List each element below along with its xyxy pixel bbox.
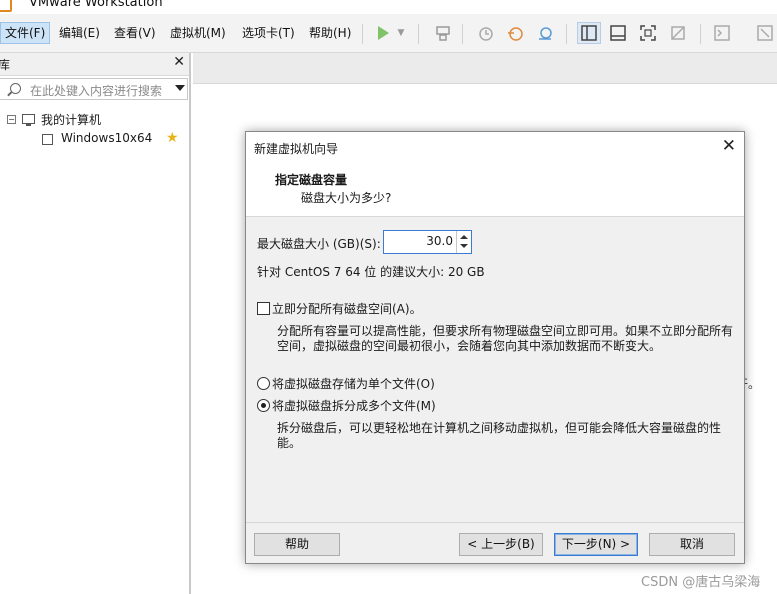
allocate-now-checkbox[interactable] [257,302,270,315]
vmware-logo-icon [0,0,12,12]
revert-snapshot-icon[interactable] [504,23,526,43]
app-title: VMware Workstation [29,0,163,10]
collapse-icon[interactable]: − [7,115,16,124]
library-search-input[interactable]: 在此处键入内容进行搜索 [0,78,188,100]
close-icon[interactable]: ✕ [173,54,185,70]
allocate-description: 空间，虚拟磁盘的空间最初很小，会随着您向其中添加数据而不断变大。 [277,339,662,353]
stepper-up-icon[interactable] [460,235,468,239]
allocate-now-label[interactable]: 立即分配所有磁盘空间(A)。 [272,300,422,317]
toolbar-separator [566,24,567,44]
disk-size-stepper[interactable]: 30.0 [383,230,472,254]
dialog-heading: 指定磁盘容量 [275,173,348,187]
single-file-radio[interactable] [257,377,270,390]
tree-item-vm[interactable]: Windows10x64 [61,131,152,145]
menu-vm[interactable]: 虚拟机(M) [166,23,230,43]
snapshot-icon[interactable] [474,23,496,43]
multi-file-description: 拆分磁盘后，可以更轻松地在计算机之间移动虚拟机，但可能会降低大容量磁盘的性 [277,421,722,435]
multi-file-label[interactable]: 将虚拟磁盘拆分成多个文件(M) [272,397,436,414]
dialog-titlebar: 新建虚拟机向导 ✕ [246,132,744,162]
menu-edit[interactable]: 编辑(E) [55,23,104,43]
tab-strip [193,53,777,84]
dialog-title: 新建虚拟机向导 [254,142,339,156]
dialog-subheading: 磁盘大小为多少? [301,191,392,205]
send-ctrl-alt-del-icon[interactable] [432,23,454,43]
watermark: CSDN @唐古乌梁海 [641,575,761,590]
cancel-button[interactable]: 取消 [649,533,735,556]
chevron-down-icon[interactable] [175,85,185,91]
dialog-divider [246,522,744,523]
back-button[interactable]: < 上一步(B) [459,533,543,556]
show-library-icon[interactable] [577,22,601,44]
dialog-header: 指定磁盘容量 磁盘大小为多少? [246,162,744,217]
console-icon[interactable] [711,23,733,43]
toolbar-separator [362,24,363,44]
toolbar-separator [462,24,463,44]
menu-view[interactable]: 查看(V) [110,23,160,43]
power-on-icon[interactable] [372,23,394,43]
search-placeholder: 在此处键入内容进行搜索 [30,84,163,98]
next-button[interactable]: 下一步(N) > [554,533,638,556]
power-dropdown-icon[interactable]: ▼ [394,23,408,43]
search-icon [10,83,21,94]
title-bar: VMware Workstation [0,0,777,14]
new-vm-wizard-dialog: 新建虚拟机向导 ✕ 指定磁盘容量 磁盘大小为多少? 最大磁盘大小 (GB)(S)… [245,131,745,564]
computer-icon [22,114,35,126]
multi-file-description: 能。 [277,436,302,450]
single-file-label[interactable]: 将虚拟磁盘存储为单个文件(O) [272,375,435,392]
toolbar-separator [700,24,701,44]
stepper-buttons[interactable] [456,231,471,253]
toolbar-separator [418,24,419,44]
menu-bar: 文件(F) 编辑(E) 查看(V) 虚拟机(M) 选项卡(T) 帮助(H) ▼ [0,14,777,53]
unity-mode-icon[interactable] [667,23,689,43]
help-button[interactable]: 帮助 [254,533,340,556]
max-size-label: 最大磁盘大小 (GB)(S): [257,237,381,251]
dialog-close-icon[interactable]: ✕ [722,136,736,156]
vm-icon [39,134,53,148]
recommended-size-text: 针对 CentOS 7 64 位 的建议大小: 20 GB [257,265,485,279]
stretch-guest-icon[interactable] [754,23,776,43]
snapshot-manager-icon[interactable] [534,23,556,43]
library-header: 库 ✕ [0,53,189,76]
tree-item-my-computer[interactable]: 我的计算机 [41,111,101,128]
disk-size-value[interactable]: 30.0 [426,234,453,248]
menu-tabs[interactable]: 选项卡(T) [238,23,299,43]
stepper-down-icon[interactable] [460,244,468,248]
favorite-star-icon[interactable]: ★ [166,130,179,146]
multi-file-radio[interactable] [257,399,270,412]
show-thumbnail-bar-icon[interactable] [607,23,629,43]
library-title: 库 [0,58,11,72]
menu-help[interactable]: 帮助(H) [305,23,355,43]
full-screen-icon[interactable] [637,23,659,43]
menu-file[interactable]: 文件(F) [0,22,51,44]
